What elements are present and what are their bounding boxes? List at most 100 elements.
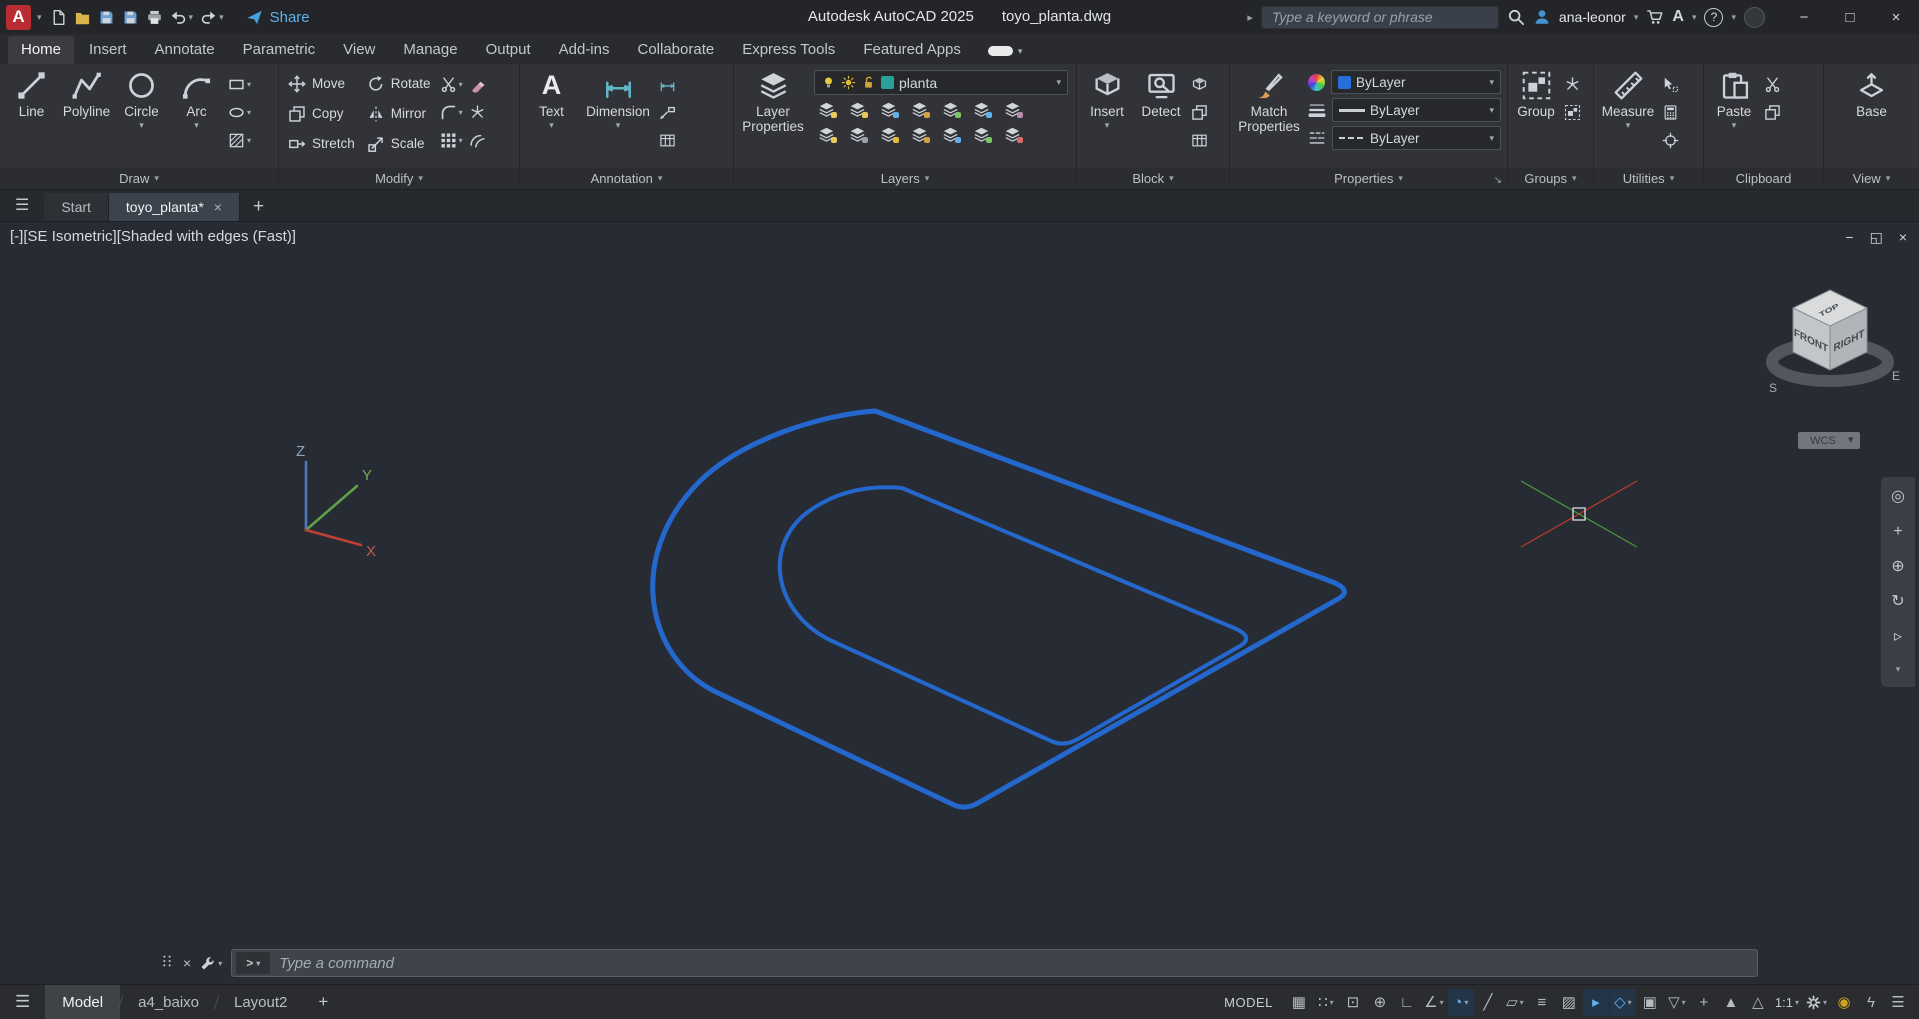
rotate-button[interactable]: Rotate: [362, 70, 436, 97]
maximize-button[interactable]: □: [1827, 0, 1873, 34]
stretch-button[interactable]: Stretch: [283, 130, 360, 157]
arc-dropdown-icon[interactable]: ▾: [194, 121, 199, 130]
user-menu-dropdown-icon[interactable]: ▾: [1634, 12, 1639, 23]
layer-off-icon[interactable]: [816, 99, 837, 120]
isodraft-icon[interactable]: ◔ ▾: [1447, 988, 1474, 1016]
plot-button[interactable]: [144, 6, 165, 29]
selection-filtering-icon[interactable]: ▽ ▾: [1664, 989, 1690, 1016]
outer-profile-polyline[interactable]: [650, 408, 1347, 810]
new-file-button[interactable]: [48, 6, 69, 29]
panel-expand-icon[interactable]: ▾: [418, 173, 423, 184]
compass-east-label[interactable]: E: [1892, 369, 1900, 383]
array-icon[interactable]: ▾: [438, 128, 465, 152]
fillet-icon[interactable]: ▾: [438, 100, 465, 124]
offset-icon[interactable]: [467, 128, 488, 152]
object-color-select[interactable]: ByLayer ▾: [1331, 70, 1501, 94]
panel-label-groups[interactable]: Groups ▾: [1508, 168, 1593, 189]
minimize-button[interactable]: −: [1781, 0, 1827, 34]
ribbon-tab-add-ins[interactable]: Add-ins: [546, 36, 623, 64]
measure-button[interactable]: Measure ▾: [1598, 67, 1658, 168]
gizmo-icon[interactable]: +: [1691, 989, 1717, 1016]
new-drawing-tab-button[interactable]: +: [240, 196, 277, 221]
application-menu-dropdown-icon[interactable]: ▾: [37, 12, 42, 23]
quick-calculator-icon[interactable]: [1660, 100, 1681, 124]
rectangle-icon[interactable]: ▾: [226, 72, 253, 96]
command-line-close-icon[interactable]: ×: [183, 955, 191, 971]
save-button[interactable]: [96, 6, 117, 29]
panel-label-layers[interactable]: Layers ▾: [734, 168, 1076, 189]
hatch-dropdown-icon[interactable]: ▾: [247, 136, 251, 145]
username[interactable]: ana-leonor: [1559, 9, 1626, 25]
id-point-icon[interactable]: [1660, 128, 1681, 152]
workspace-switching-icon[interactable]: ▾: [1803, 989, 1830, 1016]
panel-expand-icon[interactable]: ▾: [1169, 173, 1174, 184]
full-navigation-wheel-icon[interactable]: ◎: [1891, 489, 1905, 505]
polar-tracking-dropdown-icon[interactable]: ▾: [1440, 998, 1444, 1007]
layer-make-current-icon[interactable]: [940, 99, 961, 120]
fillet-dropdown-icon[interactable]: ▾: [459, 108, 463, 117]
dimension-dropdown-icon[interactable]: ▾: [616, 121, 621, 130]
text-button[interactable]: A Text ▾: [524, 67, 579, 168]
arc-button[interactable]: Arc ▾: [169, 67, 224, 168]
panel-expand-icon[interactable]: ▾: [1398, 173, 1403, 184]
layer-select-dropdown-icon[interactable]: ▾: [1056, 77, 1061, 88]
layer-merge-icon[interactable]: [971, 124, 992, 145]
save-as-button[interactable]: [120, 6, 141, 29]
ribbon-tab-collaborate[interactable]: Collaborate: [624, 36, 727, 64]
isolate-objects-icon[interactable]: ◉: [1831, 989, 1857, 1016]
layout-tab-a4-baixo[interactable]: a4_baixo: [121, 985, 216, 1019]
help-icon[interactable]: ?: [1704, 7, 1724, 27]
lineweight-select[interactable]: ByLayer ▾: [1332, 98, 1501, 122]
ribbon-display-toggle[interactable]: [987, 46, 1013, 56]
match-properties-button[interactable]: Match Properties: [1234, 67, 1304, 168]
recent-commands-button[interactable]: > ▾: [236, 952, 271, 974]
viewport-close-icon[interactable]: ×: [1899, 229, 1907, 246]
panel-label-utilities[interactable]: Utilities ▾: [1594, 168, 1703, 189]
panel-expand-icon[interactable]: ▾: [1572, 173, 1577, 184]
layout-tab-model[interactable]: Model: [45, 985, 121, 1019]
ortho-mode-icon[interactable]: ∟: [1394, 989, 1420, 1016]
panel-expand-icon[interactable]: ▾: [1886, 173, 1891, 184]
panel-label-properties[interactable]: Properties ▾ ↘: [1230, 168, 1507, 189]
open-file-button[interactable]: [72, 6, 93, 29]
layer-properties-button[interactable]: Layer Properties: [738, 67, 808, 168]
ellipse-icon[interactable]: ▾: [226, 100, 253, 124]
transparency-icon[interactable]: ▨: [1556, 989, 1582, 1016]
hatch-icon[interactable]: ▾: [226, 128, 253, 152]
measure-dropdown-icon[interactable]: ▾: [1626, 121, 1631, 130]
layer-previous-icon[interactable]: [1002, 99, 1023, 120]
file-tab-start[interactable]: Start: [44, 193, 109, 221]
panel-label-annotation[interactable]: Annotation ▾: [520, 168, 733, 189]
dynamic-ucs-icon[interactable]: ▣: [1637, 989, 1663, 1016]
viewport-restore-icon[interactable]: ◱: [1870, 229, 1883, 246]
scale-button[interactable]: Scale: [362, 130, 436, 157]
ribbon-tab-insert[interactable]: Insert: [76, 36, 140, 64]
close-button[interactable]: ×: [1873, 0, 1919, 34]
ribbon-tab-output[interactable]: Output: [473, 36, 544, 64]
multileader-icon[interactable]: [657, 100, 678, 124]
undo-button[interactable]: ▾: [168, 6, 196, 29]
recent-commands-dropdown-icon[interactable]: ▾: [256, 959, 260, 968]
group-button[interactable]: Group: [1512, 67, 1560, 168]
edit-attributes-icon[interactable]: [1189, 128, 1210, 152]
paste-button[interactable]: Paste ▾: [1708, 67, 1760, 168]
panel-expand-icon[interactable]: ▾: [658, 173, 663, 184]
undo-dropdown-icon[interactable]: ▾: [189, 12, 194, 23]
panel-label-clipboard[interactable]: Clipboard: [1704, 168, 1823, 189]
model-space[interactable]: Z Y X: [0, 222, 1919, 984]
pan-icon[interactable]: +: [1893, 524, 1902, 540]
polar-tracking-icon[interactable]: ∠ ▾: [1421, 989, 1447, 1016]
ribbon-tab-annotate[interactable]: Annotate: [142, 36, 228, 64]
ribbon-display-dropdown-icon[interactable]: ▾: [1018, 46, 1023, 57]
linetype-dropdown-icon[interactable]: ▾: [1489, 133, 1494, 144]
explode-icon[interactable]: [467, 100, 488, 124]
circle-dropdown-icon[interactable]: ▾: [139, 121, 144, 130]
annotation-scale-dropdown-icon[interactable]: ▾: [1795, 998, 1799, 1007]
viewcube-cube[interactable]: TOP FRONT RIGHT: [1791, 289, 1869, 371]
layer-unisolate-icon[interactable]: [847, 124, 868, 145]
cut-clip-icon[interactable]: [1762, 72, 1783, 96]
layout-menu-icon[interactable]: ☰: [0, 992, 45, 1012]
zoom-icon[interactable]: ⊕: [1891, 559, 1904, 575]
panel-label-view[interactable]: View ▾: [1824, 168, 1919, 189]
paste-dropdown-icon[interactable]: ▾: [1732, 121, 1737, 130]
